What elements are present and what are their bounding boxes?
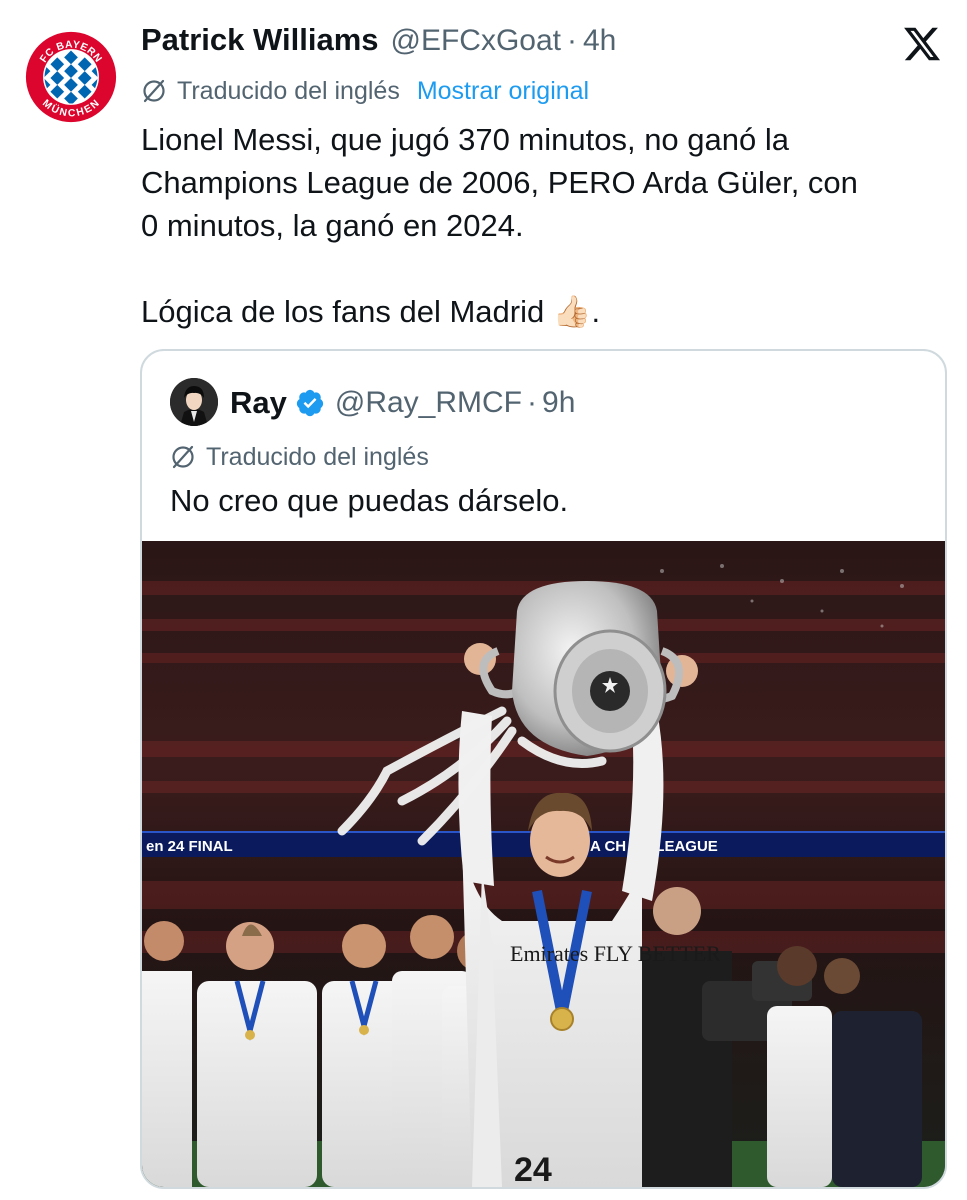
tweet-text-line: Champions League de 2006, PERO Arda Güle… <box>141 165 858 200</box>
author-handle[interactable]: @EFCxGoat <box>391 24 562 58</box>
tweet-text-line-2: Lógica de los fans del Madrid 👍🏻. <box>141 294 601 329</box>
author-name[interactable]: Patrick Williams <box>141 22 379 58</box>
svg-text:Emirates FLY BETTER: Emirates FLY BETTER <box>510 941 721 966</box>
quote-author-name[interactable]: Ray <box>230 385 287 421</box>
verified-badge-icon <box>296 389 323 417</box>
translation-notice: Traducido del inglés Mostrar original <box>141 74 589 108</box>
quote-translation-notice: Traducido del inglés <box>170 440 429 474</box>
thumbs-up-emoji-icon: 👍🏻 <box>552 294 592 329</box>
quote-author-handle[interactable]: @Ray_RMCF <box>335 386 522 420</box>
show-original-link[interactable]: Mostrar original <box>417 77 589 106</box>
svg-text:en 24 FINAL: en 24 FINAL <box>146 838 233 855</box>
x-logo-icon[interactable] <box>901 24 943 64</box>
tweet-header: Patrick Williams @EFCxGoat · 4h <box>141 22 616 62</box>
anime-character-avatar-icon <box>170 378 218 426</box>
fc-bayern-munchen-crest-icon: FC BAYERN MÜNCHEN <box>22 28 120 126</box>
translate-globe-icon <box>143 79 165 103</box>
translated-label: Traducido del inglés <box>177 76 400 105</box>
tweet-text-line: Lionel Messi, que jugó 370 minutos, no g… <box>141 122 789 157</box>
quote-text: No creo que puedas dárselo. <box>170 483 569 518</box>
author-avatar[interactable]: FC BAYERN MÜNCHEN <box>22 28 120 126</box>
quote-timestamp[interactable]: 9h <box>542 386 575 420</box>
tweet-timestamp[interactable]: 4h <box>583 24 616 58</box>
quoted-tweet-card[interactable]: Ray @Ray_RMCF · 9h Traducido del inglés … <box>140 349 947 1189</box>
separator-dot: · <box>527 386 538 419</box>
quote-author-avatar[interactable] <box>170 378 218 426</box>
trophy-celebration-photo: en 24 FINAL A CH NS LEAGUE <box>142 541 945 1187</box>
tweet-text-line: 0 minutos, la ganó en 2024. <box>141 208 524 243</box>
translate-globe-icon <box>172 445 194 469</box>
translated-label: Traducido del inglés <box>206 442 429 471</box>
separator-dot: · <box>567 24 577 57</box>
tweet-text: Lionel Messi, que jugó 370 minutos, no g… <box>141 118 941 333</box>
svg-text:24: 24 <box>514 1151 552 1187</box>
quote-photo[interactable]: en 24 FINAL A CH NS LEAGUE <box>142 541 945 1187</box>
quote-header: Ray @Ray_RMCF · 9h <box>230 383 575 423</box>
